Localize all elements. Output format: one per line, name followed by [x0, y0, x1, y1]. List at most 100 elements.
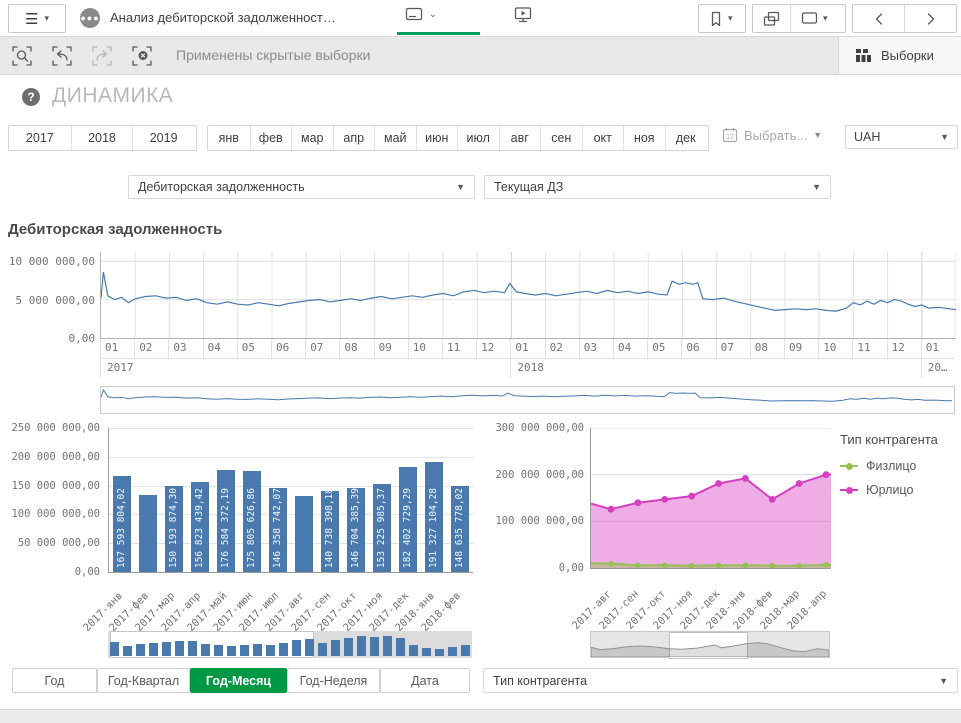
bookmark-button[interactable]: ▾ [698, 4, 746, 33]
legend-item-fizlico[interactable]: Физлицо [840, 459, 958, 473]
month-button-9[interactable]: сен [540, 126, 582, 150]
presentation-button[interactable] [514, 6, 533, 24]
y-tick-label: 250 000 000,00 [0, 422, 100, 434]
duplicate-icon [763, 11, 780, 27]
clear-all-icon [131, 45, 153, 67]
legend-item-yurlico[interactable]: Юрлицо [840, 483, 958, 497]
sheet-icon [801, 11, 818, 26]
bar-value-label: 140 738 398,18 [324, 491, 336, 568]
bar[interactable] [139, 495, 157, 572]
gridline [109, 486, 473, 487]
bar[interactable]: 182 402 729,29 [399, 467, 417, 572]
navigator-bar [240, 645, 249, 657]
active-view-underline [397, 32, 480, 35]
month-tick: 12 [887, 339, 921, 358]
selections-message: Применены скрытые выборки [176, 47, 370, 63]
month-button-3[interactable]: мар [291, 126, 333, 150]
currency-value: UAH [854, 130, 880, 144]
smart-search-button[interactable] [8, 42, 35, 69]
bar[interactable] [295, 496, 313, 572]
month-tick: 03 [168, 339, 202, 358]
chevron-down-icon: ▼ [456, 182, 465, 192]
month-tick: 05 [647, 339, 681, 358]
period-tab-4[interactable]: Год-Неделя [287, 668, 380, 693]
navigator-bar [214, 645, 223, 656]
currency-dropdown[interactable]: UAH ▼ [845, 125, 958, 149]
month-button-10[interactable]: окт [582, 126, 624, 150]
month-button-7[interactable]: июл [457, 126, 499, 150]
line-chart-plot[interactable] [100, 252, 956, 339]
month-tick: 02 [134, 339, 168, 358]
month-button-1[interactable]: янв [208, 126, 250, 150]
bar[interactable]: 175 805 626,86 [243, 471, 261, 572]
bar[interactable]: 146 704 385,39 [347, 488, 365, 573]
app-icon: ●●● [80, 8, 100, 28]
bar-value-label: 156 823 439,42 [194, 488, 206, 568]
duplicate-sheet-button[interactable] [753, 5, 790, 32]
sheet-view-button[interactable]: ⌄ [405, 6, 437, 23]
measure-dropdown[interactable]: Дебиторская задолженность ▼ [128, 175, 475, 199]
y-tick-label: 200 000 000,00 [0, 451, 100, 463]
navigator-bar [318, 643, 327, 656]
step-back-button[interactable] [48, 42, 75, 69]
line-chart-month-axis: 0102030405060708091011120102030405060708… [100, 339, 955, 358]
bar[interactable]: 191 327 104,28 [425, 462, 443, 572]
year-cell: 2018 [510, 359, 920, 378]
navigator-bar [227, 646, 236, 656]
month-tick: 12 [476, 339, 510, 358]
period-tab-1[interactable]: Год [12, 668, 97, 693]
sheet-selector-button[interactable]: ▾ [790, 5, 838, 32]
period-tab-3[interactable]: Год-Месяц [190, 668, 287, 693]
navigator-bar [279, 643, 288, 656]
clear-selections-button[interactable] [128, 42, 155, 69]
period-tab-2[interactable]: Год-Квартал [97, 668, 190, 693]
y-tick-label: 200 000 000,00 [468, 469, 584, 481]
step-forward-button[interactable] [88, 42, 115, 69]
year-button-2018[interactable]: 2018 [71, 126, 133, 150]
year-button-2017[interactable]: 2017 [9, 126, 71, 150]
area-chart-navigator[interactable] [590, 631, 830, 658]
period-tab-5[interactable]: Дата [380, 668, 470, 693]
bar-chart-navigator[interactable] [108, 631, 472, 658]
bar[interactable]: 140 738 398,18 [321, 491, 339, 572]
help-icon[interactable]: ? [22, 88, 40, 106]
month-button-6[interactable]: июн [416, 126, 458, 150]
date-picker-button[interactable]: 12 Выбрать... ▼ [722, 127, 822, 143]
month-button-11[interactable]: ноя [623, 126, 665, 150]
bar[interactable]: 167 593 804,02 [113, 476, 131, 573]
month-button-12[interactable]: дек [665, 126, 707, 150]
month-button-2[interactable]: фев [250, 126, 292, 150]
navigator-bar [188, 641, 197, 656]
prev-sheet-button[interactable] [853, 5, 904, 32]
month-tick: 06 [681, 339, 715, 358]
month-tick: 01 [100, 339, 134, 358]
app-menu-button[interactable]: ☰ ▾ [8, 4, 66, 33]
area-chart-plot[interactable] [590, 428, 831, 569]
selections-panel-toggle[interactable]: Выборки [838, 37, 961, 74]
bar-value-label: 146 358 742,07 [272, 488, 284, 568]
month-button-8[interactable]: авг [499, 126, 541, 150]
next-sheet-button[interactable] [904, 5, 956, 32]
bar[interactable]: 146 358 742,07 [269, 488, 287, 572]
bar[interactable]: 148 635 778,02 [451, 486, 469, 572]
navigator-bar [123, 646, 132, 656]
top-bar: ☰ ▾ ●●● Анализ дебиторской задолженност…… [0, 0, 961, 37]
bar[interactable]: 150 193 874,30 [165, 486, 183, 573]
month-tick: 04 [613, 339, 647, 358]
month-button-5[interactable]: май [374, 126, 416, 150]
bar-value-label: 191 327 104,28 [428, 488, 440, 568]
navigator-bar [149, 643, 158, 656]
submeasure-dropdown[interactable]: Текущая ДЗ ▼ [484, 175, 831, 199]
month-button-4[interactable]: апр [333, 126, 375, 150]
bar-chart-plot: 167 593 804,02 150 193 874,30 156 823 439,… [108, 428, 473, 573]
navigator-bar [357, 636, 366, 656]
line-chart-navigator[interactable] [100, 386, 955, 414]
bar[interactable]: 156 823 439,42 [191, 482, 209, 572]
dimension-dropdown[interactable]: Тип контрагента ▼ [483, 668, 958, 693]
bar[interactable]: 176 584 372,19 [217, 470, 235, 572]
year-button-2019[interactable]: 2019 [132, 126, 194, 150]
bar[interactable]: 153 225 985,37 [373, 484, 391, 572]
month-tick: 10 [408, 339, 442, 358]
year-cell: 20… [921, 359, 955, 378]
year-filter: 201720182019 [8, 125, 197, 151]
